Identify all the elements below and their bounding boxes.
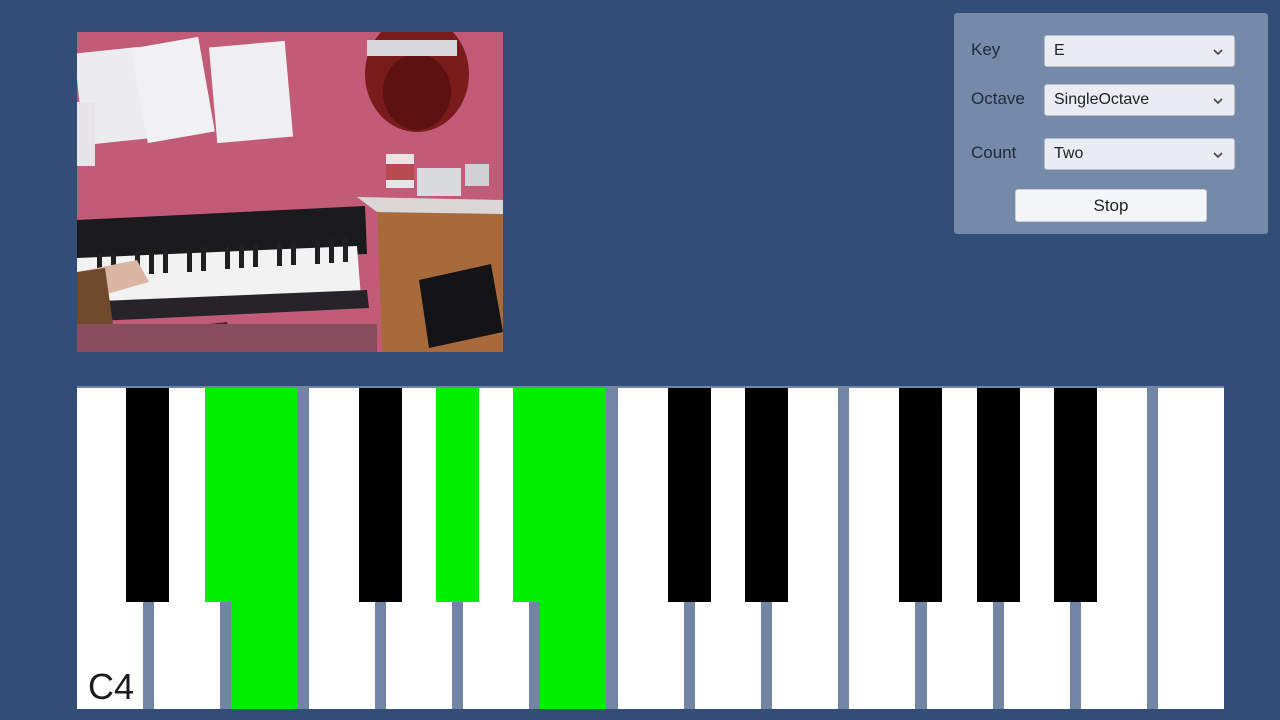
count-label: Count bbox=[971, 143, 1017, 162]
piano-keyboard: C4 bbox=[77, 386, 1224, 709]
black-key-c-sharp[interactable] bbox=[126, 388, 169, 602]
count-dropdown-value: Two bbox=[1054, 145, 1084, 162]
octave-dropdown-value: SingleOctave bbox=[1054, 91, 1150, 108]
black-key-d-sharp[interactable] bbox=[205, 388, 248, 602]
octave-dropdown[interactable]: SingleOctave bbox=[1044, 84, 1235, 116]
octave-start-label: C4 bbox=[88, 666, 135, 707]
black-key-g-sharp[interactable] bbox=[977, 388, 1020, 602]
camera-feed-image bbox=[77, 32, 503, 352]
key-label: Key bbox=[971, 40, 1001, 59]
black-key-g-sharp[interactable] bbox=[436, 388, 479, 602]
settings-panel: Key E Octave SingleOctave Count Two Stop bbox=[954, 13, 1268, 234]
black-key-a-sharp[interactable] bbox=[1054, 388, 1097, 602]
black-key-f-sharp[interactable] bbox=[899, 388, 942, 602]
chevron-down-icon bbox=[1213, 98, 1223, 105]
stop-button[interactable]: Stop bbox=[1015, 189, 1207, 222]
key-dropdown[interactable]: E bbox=[1044, 35, 1235, 67]
black-key-d-sharp[interactable] bbox=[745, 388, 788, 602]
black-key-a-sharp[interactable] bbox=[513, 388, 556, 602]
octave-label: Octave bbox=[971, 89, 1025, 108]
chevron-down-icon bbox=[1213, 49, 1223, 56]
white-key-c[interactable] bbox=[1158, 388, 1224, 709]
key-dropdown-value: E bbox=[1054, 42, 1065, 59]
count-dropdown[interactable]: Two bbox=[1044, 138, 1235, 170]
black-key-c-sharp[interactable] bbox=[668, 388, 711, 602]
chevron-down-icon bbox=[1213, 152, 1223, 159]
black-key-f-sharp[interactable] bbox=[359, 388, 402, 602]
